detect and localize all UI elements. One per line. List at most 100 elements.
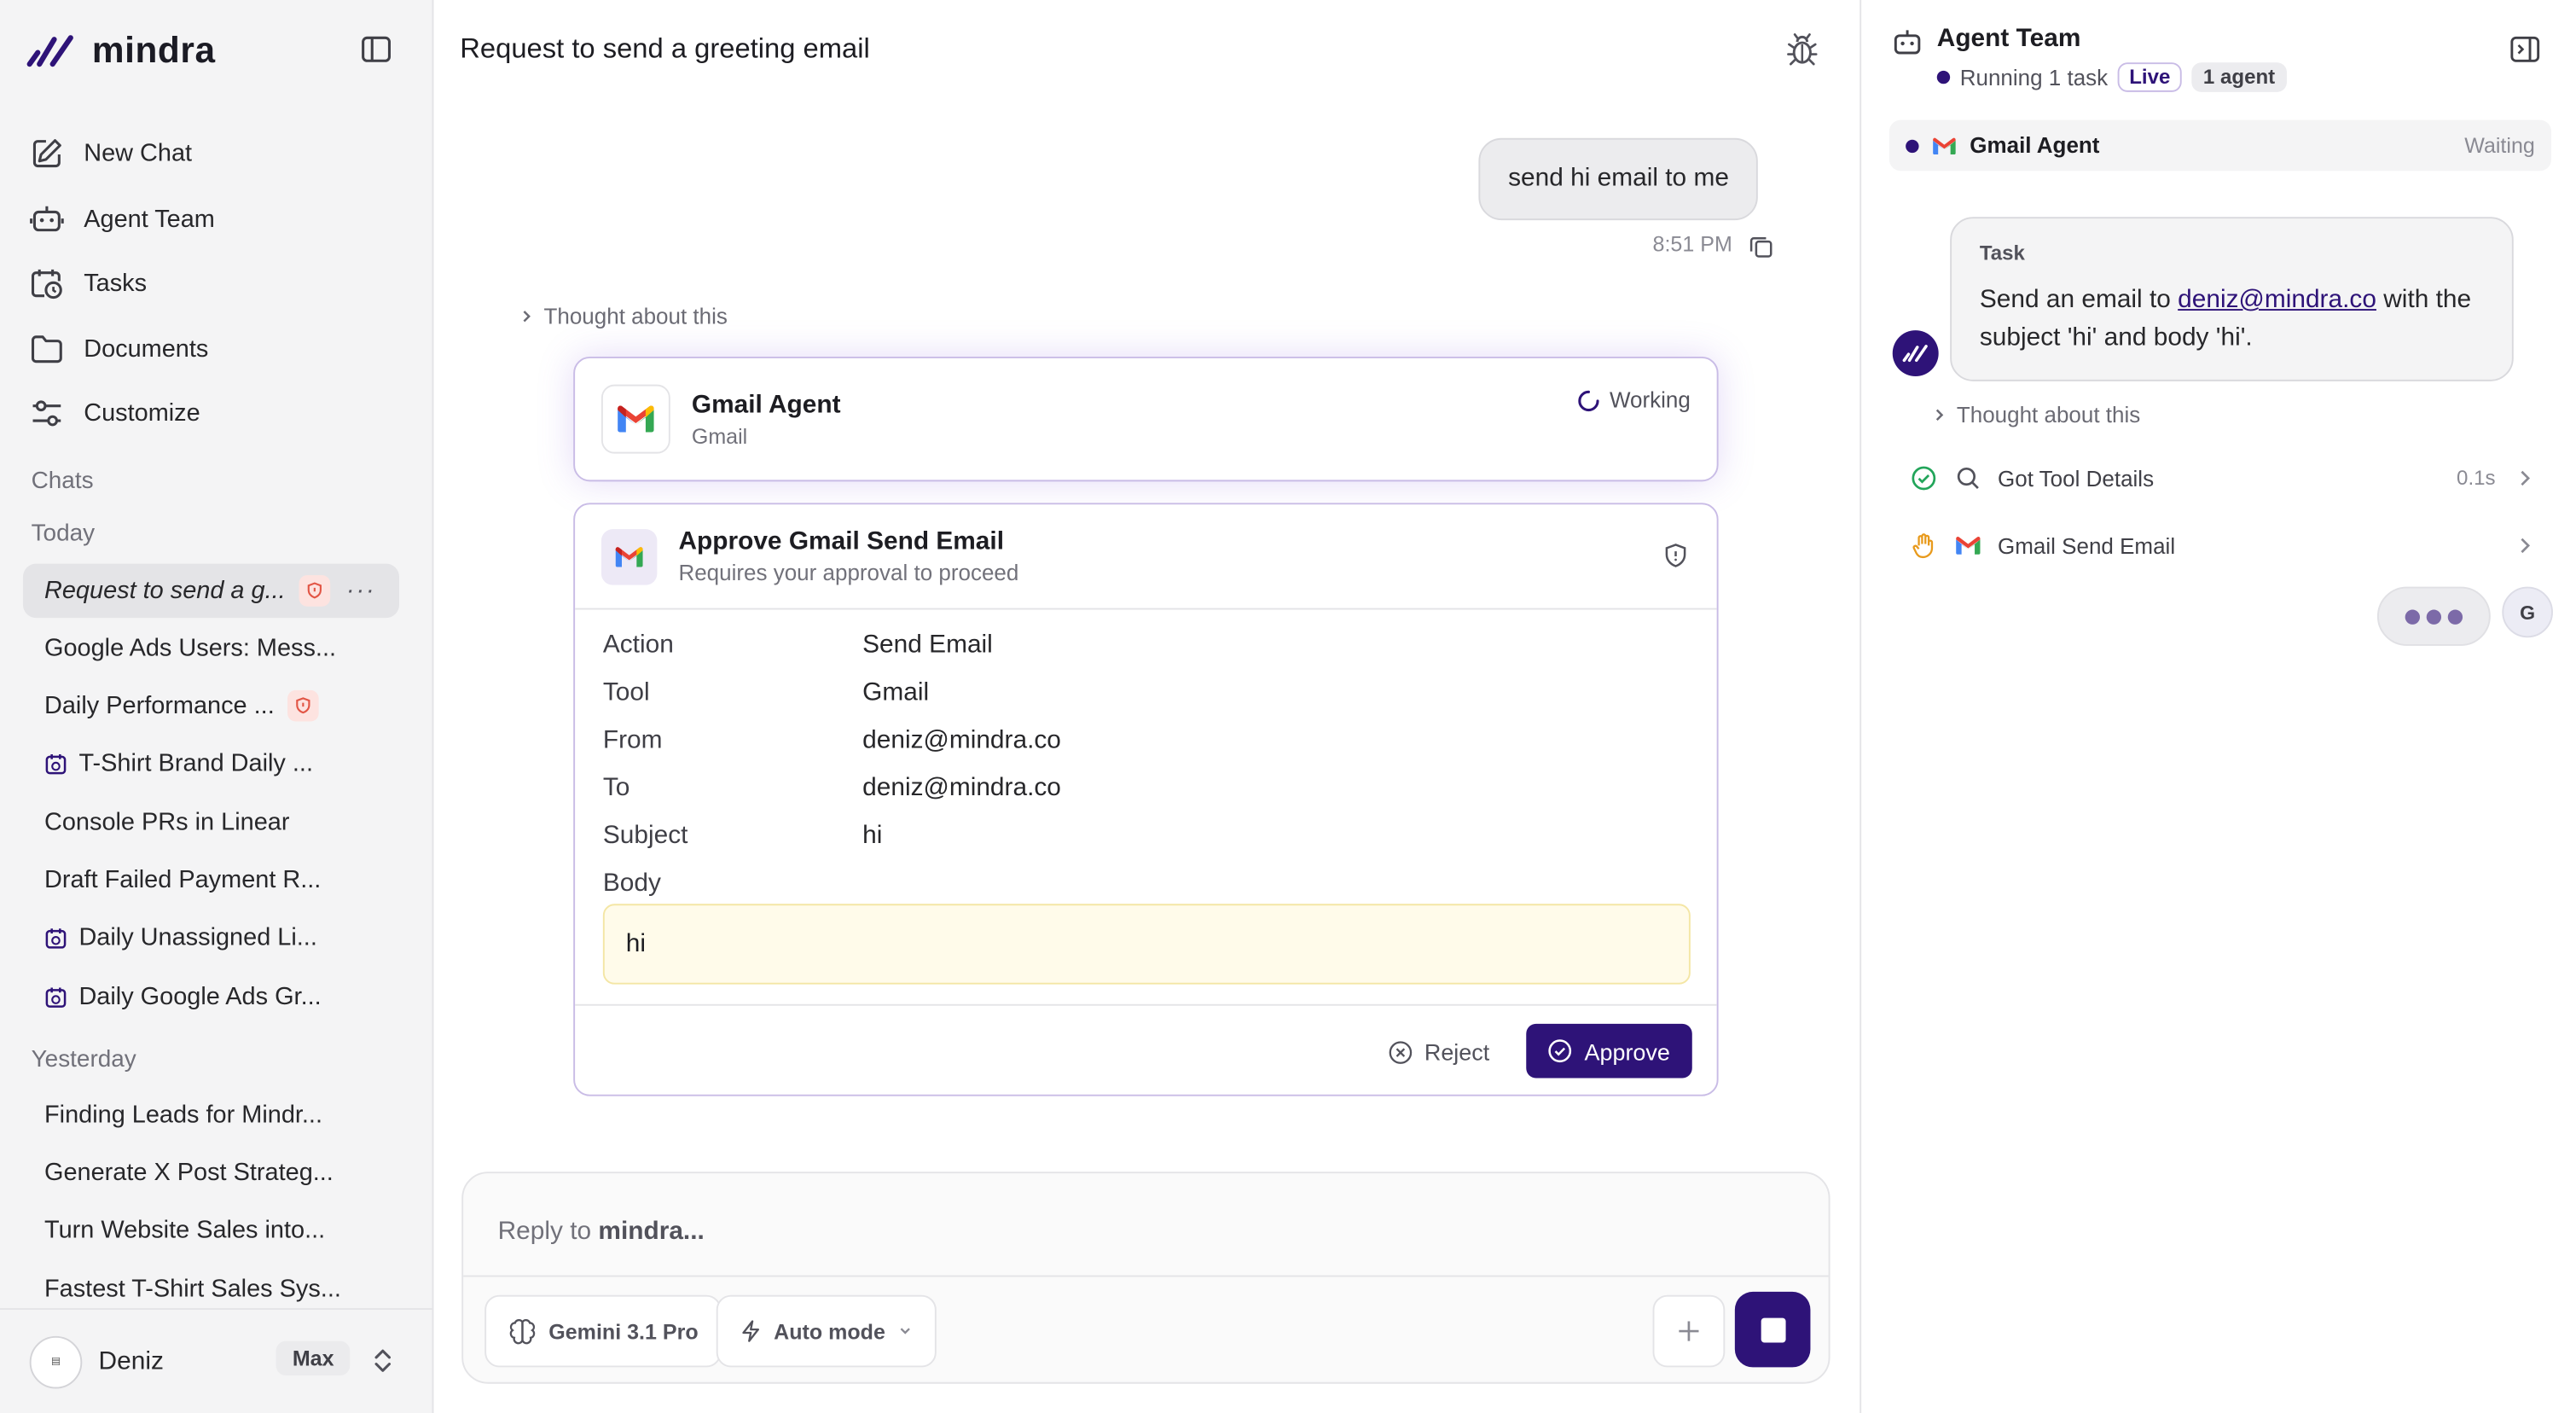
- chevron-right-icon: [523, 311, 531, 323]
- step-label: Got Tool Details: [1998, 466, 2155, 491]
- agent-row-gmail[interactable]: Gmail Agent Waiting: [1888, 119, 2552, 172]
- agent-count-badge: 1 agent: [2191, 62, 2287, 92]
- chat-item[interactable]: Draft Failed Payment R...: [23, 853, 399, 908]
- approve-button[interactable]: Approve: [1526, 1023, 1692, 1079]
- nav-agent-team[interactable]: Agent Team: [30, 187, 404, 252]
- user-message-bubble: send hi email to me: [1478, 137, 1759, 221]
- reply-placeholder-name: mindra...: [598, 1218, 705, 1246]
- step-gmail-send-email[interactable]: Gmail Send Email: [1911, 524, 2535, 567]
- folder-icon: [31, 334, 62, 363]
- approval-badge: [299, 575, 330, 607]
- step-got-tool-details[interactable]: Got Tool Details 0.1s: [1911, 456, 2535, 499]
- typing-indicator: [2376, 586, 2491, 646]
- reject-label: Reject: [1424, 1038, 1490, 1066]
- chat-item[interactable]: Turn Website Sales into...: [23, 1203, 399, 1258]
- chat-title: T-Shirt Brand Daily ...: [78, 749, 313, 777]
- thought-toggle[interactable]: Thought about this: [1932, 403, 2140, 427]
- mindra-logo-icon: [26, 35, 73, 67]
- search-icon: [1957, 467, 1979, 489]
- gmail-agent-card[interactable]: Gmail Agent Gmail Working: [573, 356, 1719, 482]
- bug-icon[interactable]: [1784, 32, 1820, 67]
- thought-toggle[interactable]: Thought about this: [519, 304, 728, 329]
- copy-icon[interactable]: [1748, 233, 1774, 259]
- robot-icon: [1894, 30, 1921, 55]
- nav-documents[interactable]: Documents: [30, 317, 404, 381]
- task-email-link[interactable]: deniz@mindra.co: [2178, 286, 2376, 314]
- message-timestamp: 8:51 PM: [1652, 231, 1732, 257]
- model-selector[interactable]: Gemini 3.1 Pro: [484, 1294, 722, 1368]
- field-label: Tool: [602, 678, 650, 707]
- chat-title: Daily Google Ads Gr...: [78, 982, 322, 1011]
- shield-alert-icon: [307, 582, 322, 599]
- status-dot: [1936, 70, 1951, 84]
- gmail-icon: [618, 405, 654, 433]
- field-label: Action: [602, 631, 674, 660]
- approval-actions: Reject Approve: [575, 1003, 1717, 1095]
- step-duration: 0.1s: [2457, 466, 2496, 490]
- chat-item[interactable]: Console PRs in Linear: [23, 795, 399, 850]
- calendar-clock-icon: [45, 986, 67, 1007]
- more-options-icon[interactable]: ···: [346, 577, 376, 605]
- chat-item-active[interactable]: Request to send a g... ···: [22, 563, 400, 619]
- panel-title: Agent Team: [1936, 24, 2081, 53]
- gmail-logo: [600, 384, 670, 454]
- chat-title: Console PRs in Linear: [44, 808, 290, 837]
- calendar-clock-icon: [31, 270, 62, 299]
- gmail-icon: [615, 547, 643, 567]
- sidebar-toggle-icon[interactable]: [360, 33, 393, 67]
- chat-item[interactable]: Google Ads Users: Mess...: [23, 621, 399, 676]
- chat-item[interactable]: T-Shirt Brand Daily ...: [23, 736, 399, 791]
- user-menu[interactable]: ▤ Deniz Max: [0, 1308, 434, 1413]
- step-label: Gmail Send Email: [1998, 532, 2176, 558]
- app-name: mindra: [91, 29, 216, 71]
- nav-customize[interactable]: Customize: [30, 381, 404, 446]
- add-attachment-button[interactable]: [1652, 1294, 1726, 1368]
- nav-new-chat[interactable]: New Chat: [30, 122, 404, 187]
- field-label: Subject: [602, 822, 688, 850]
- nav-label: Tasks: [84, 270, 148, 299]
- check-circle-icon: [1912, 466, 1936, 491]
- plan-badge: Max: [276, 1340, 351, 1376]
- calendar-clock-icon: [45, 753, 67, 774]
- field-value-from: deniz@mindra.co: [862, 726, 1061, 755]
- chat-main: Request to send a greeting email send hi…: [433, 0, 1860, 1413]
- main-nav: New Chat Agent Team Tasks Documents Cust…: [30, 122, 404, 446]
- approval-subtitle: Requires your approval to proceed: [678, 560, 1019, 585]
- divider: [463, 1275, 1829, 1277]
- chevron-right-icon: [2521, 470, 2531, 486]
- avatar: ▤: [29, 1334, 83, 1388]
- page-title: Request to send a greeting email: [460, 32, 870, 65]
- yesterday-label: Yesterday: [31, 1046, 136, 1073]
- chat-title: Google Ads Users: Mess...: [44, 634, 337, 663]
- chevron-right-icon: [1935, 409, 1944, 421]
- chat-item[interactable]: Daily Performance ...: [23, 678, 399, 733]
- nav-tasks[interactable]: Tasks: [30, 252, 404, 317]
- stop-button[interactable]: [1734, 1291, 1811, 1368]
- task-text: Send an email to deniz@mindra.co with th…: [1980, 281, 2484, 357]
- chevron-up-down-icon[interactable]: [371, 1346, 394, 1375]
- today-label: Today: [31, 520, 96, 548]
- chat-item[interactable]: Generate X Post Strateg...: [23, 1145, 399, 1200]
- email-body: hi: [602, 904, 1691, 985]
- mode-selector[interactable]: Auto mode: [716, 1294, 937, 1368]
- chat-item[interactable]: Daily Unassigned Li...: [23, 910, 399, 965]
- nav-label: New Chat: [84, 140, 193, 168]
- x-circle-icon: [1389, 1040, 1413, 1063]
- field-value-to: deniz@mindra.co: [862, 774, 1061, 802]
- model-label: Gemini 3.1 Pro: [548, 1318, 699, 1344]
- reply-input[interactable]: Reply to mindra...: [498, 1218, 705, 1247]
- reject-button[interactable]: Reject: [1388, 1029, 1489, 1075]
- collapse-panel-icon[interactable]: [2509, 33, 2542, 67]
- live-badge: Live: [2117, 62, 2182, 92]
- status-dot: [1906, 138, 1919, 153]
- app-logo[interactable]: mindra: [26, 30, 216, 73]
- agent-name: Gmail Agent: [1970, 133, 2100, 158]
- reply-placeholder-prefix: Reply to: [497, 1218, 599, 1246]
- user-name: Deniz: [98, 1346, 164, 1375]
- chat-item[interactable]: Daily Google Ads Gr...: [23, 969, 399, 1024]
- chat-item[interactable]: Finding Leads for Mindr...: [23, 1088, 399, 1143]
- panel-status: Running 1 task Live 1 agent: [1936, 62, 2287, 92]
- user-avatar: G: [2502, 586, 2554, 638]
- check-circle-icon: [1549, 1039, 1572, 1063]
- thought-label: Thought about this: [543, 304, 728, 329]
